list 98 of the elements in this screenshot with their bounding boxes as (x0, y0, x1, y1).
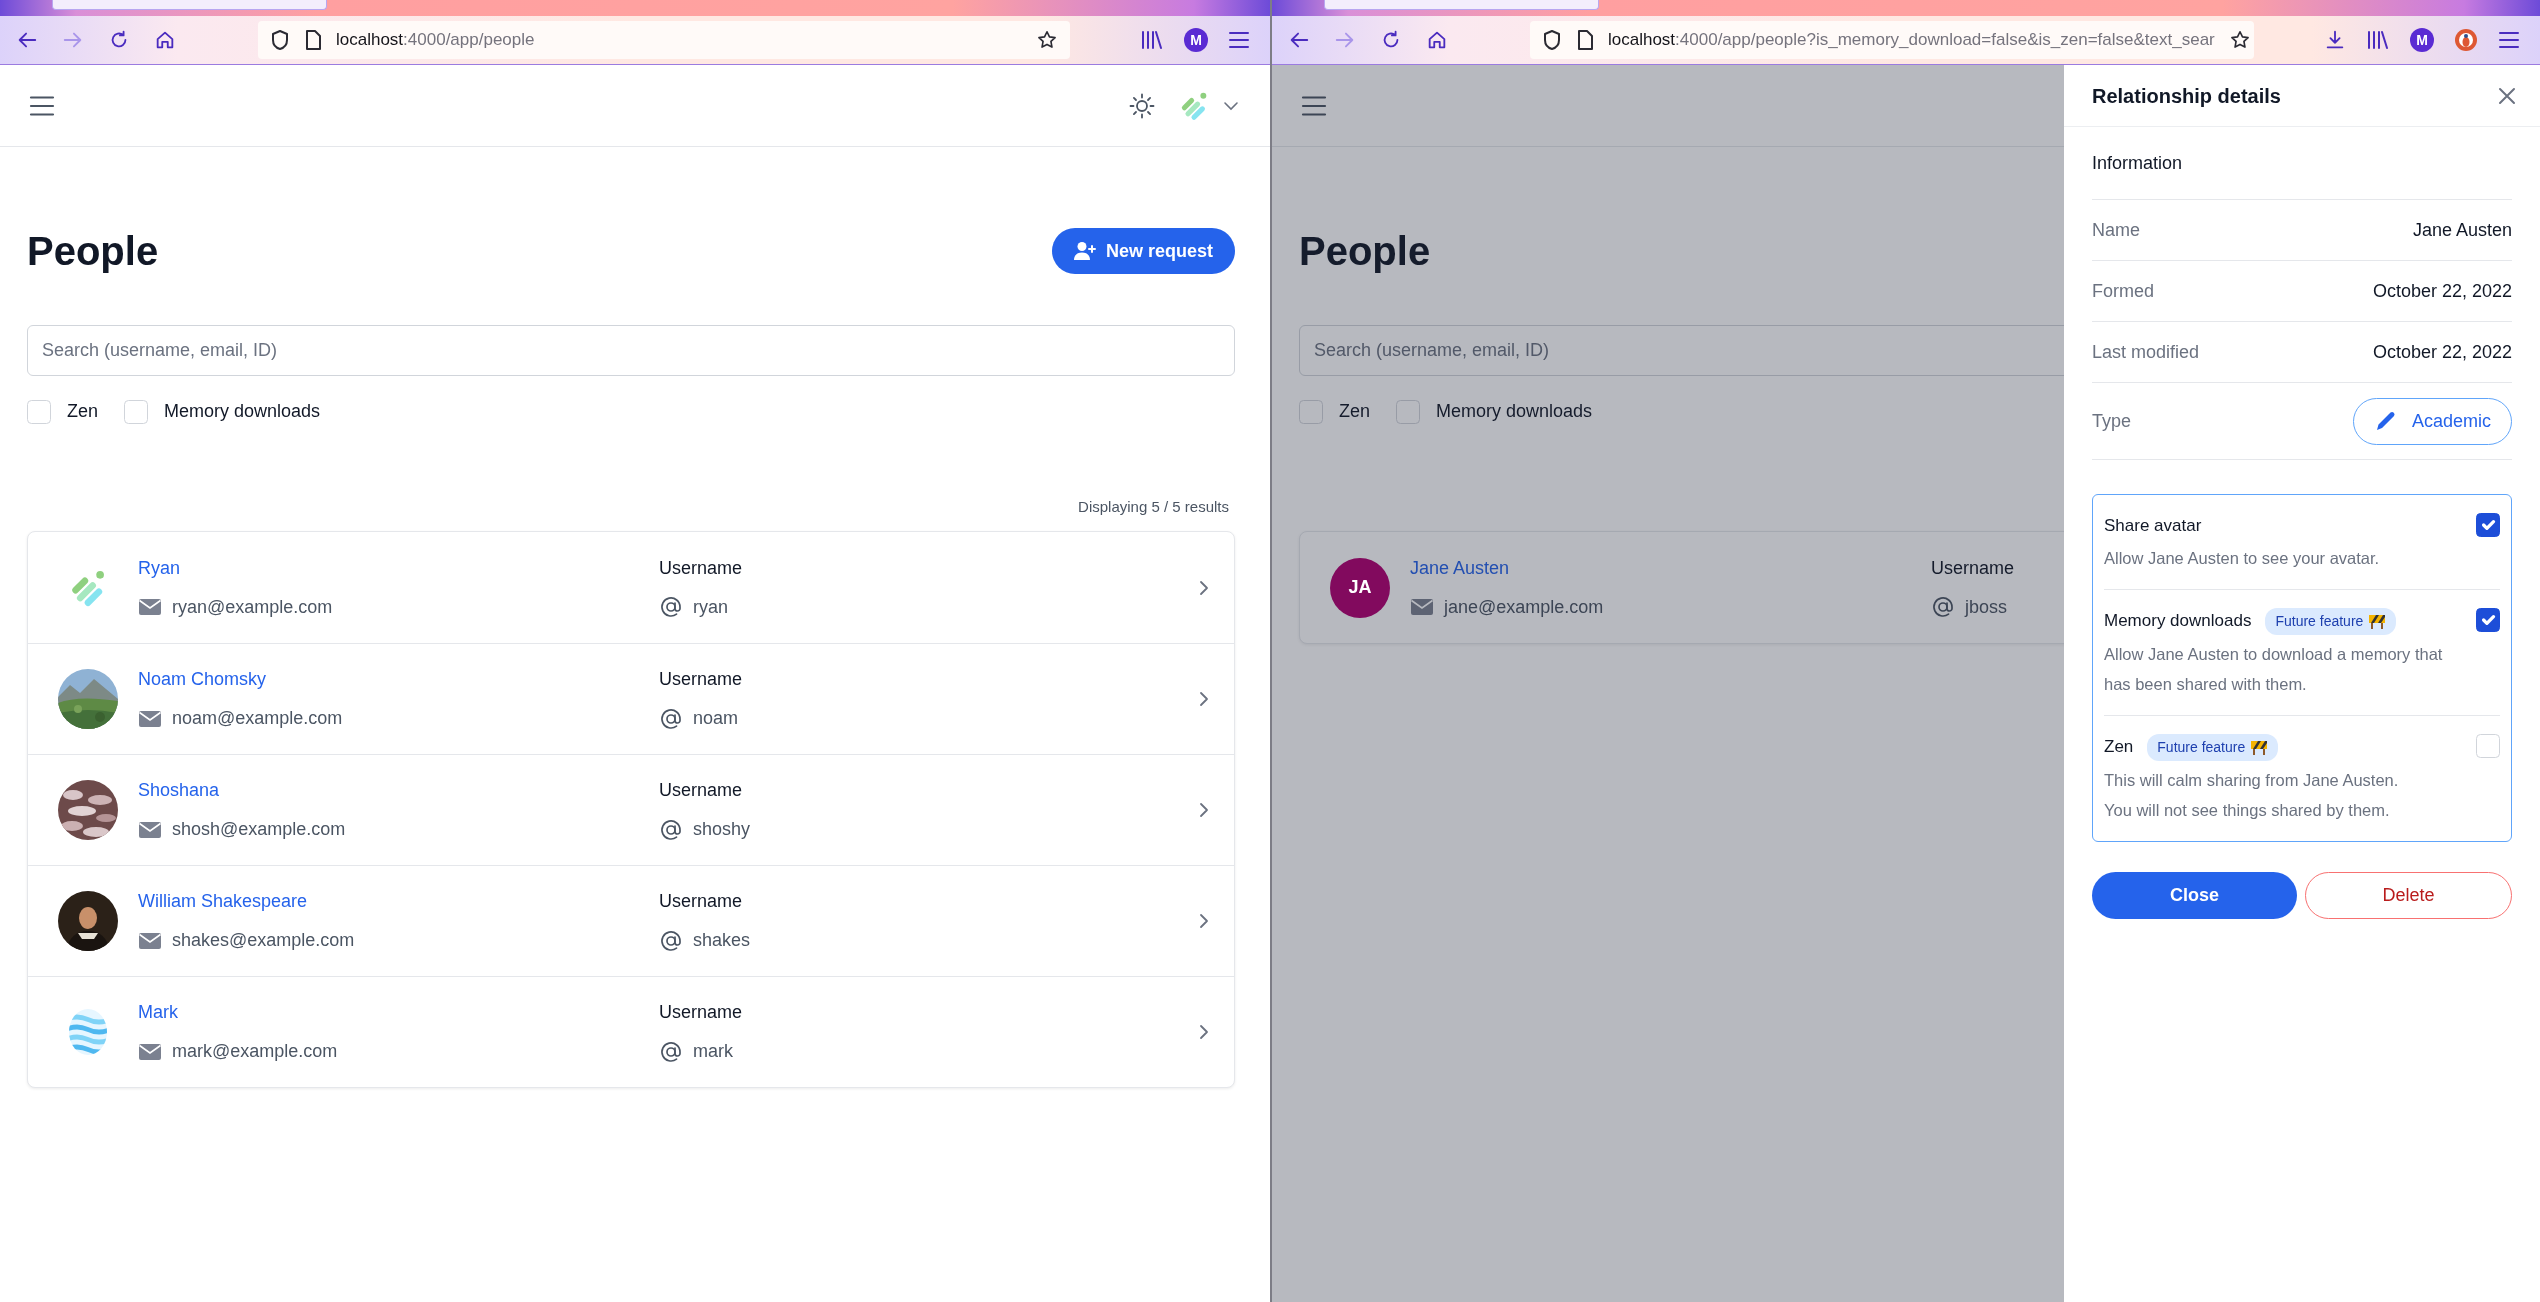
section-heading: Information (2092, 151, 2183, 175)
chevron-icon[interactable] (1199, 579, 1209, 596)
mail-icon (138, 820, 162, 839)
field-value: Jane Austen (2412, 218, 2512, 242)
field-label: Formed (2092, 279, 2154, 303)
checkbox-label[interactable]: Memory downloads (1436, 398, 1593, 425)
download-icon[interactable] (2324, 29, 2346, 51)
person-name-link[interactable]: Shoshana (138, 777, 220, 804)
chevron-icon[interactable] (1199, 691, 1209, 707)
library-icon[interactable] (1140, 29, 1164, 51)
email-text: mark@example.com (172, 1040, 338, 1063)
feature-badge: Future feature (2147, 733, 2279, 761)
shield-icon[interactable] (270, 29, 290, 51)
username-label: Username (659, 1001, 743, 1024)
chevron-icon[interactable] (1199, 913, 1209, 929)
email-text: ryan@example.com (172, 595, 333, 619)
person-name-link[interactable]: William Shakespeare (138, 888, 308, 915)
person-plus-icon (1073, 241, 1096, 261)
username-label: Username (659, 556, 743, 580)
at-sign-icon (1931, 595, 1955, 619)
email-text: shosh@example.com (172, 818, 346, 841)
barrier-icon (2368, 613, 2387, 629)
at-sign-icon (659, 706, 683, 731)
at-sign-icon (659, 928, 683, 953)
username-label: Username (659, 668, 743, 691)
feature-badge: Future feature (2265, 607, 2397, 635)
username-text: ryan (693, 595, 728, 619)
menu-icon[interactable] (2498, 30, 2520, 50)
username-text: shoshy (693, 818, 751, 841)
at-sign-icon (659, 595, 683, 619)
library-icon[interactable] (2366, 29, 2390, 51)
action-button[interactable]: Delete (2305, 871, 2512, 919)
mail-icon (138, 598, 162, 616)
type-button[interactable]: Academic (2352, 397, 2512, 445)
field-label: Last modified (2092, 340, 2200, 364)
url-host: localhost (1608, 30, 1676, 50)
chevron-icon[interactable] (1199, 1024, 1209, 1040)
initials-avatar: JA (1330, 557, 1390, 618)
person-name-link[interactable]: Jane Austen (1410, 554, 1510, 582)
checkbox-label[interactable]: Zen (1339, 398, 1371, 425)
username-text: mark (693, 1040, 733, 1063)
new-request-button[interactable]: New request (1051, 228, 1235, 274)
page-title: People (1299, 229, 1431, 273)
email-text: noam@example.com (172, 707, 343, 730)
field-label: Name (2092, 218, 2140, 242)
username-text: noam (693, 707, 739, 730)
extension-icon[interactable] (2454, 28, 2478, 52)
page-title: People (27, 229, 159, 273)
checkbox-label[interactable]: Zen (67, 398, 99, 425)
results-count: Displaying 5 / 5 results (1078, 496, 1229, 517)
mail-icon (138, 709, 162, 728)
chevron-down-icon (1223, 100, 1239, 111)
star-icon[interactable] (2228, 29, 2251, 51)
email-text: jane@example.com (1444, 595, 1604, 619)
sun-icon[interactable] (1129, 92, 1155, 119)
person-name-link[interactable]: Noam Chomsky (138, 666, 267, 693)
person-name-link[interactable]: Ryan (138, 554, 181, 582)
shield-icon[interactable] (1542, 29, 1562, 51)
person-name-link[interactable]: Mark (138, 999, 178, 1026)
account-avatar[interactable]: M (1184, 28, 1208, 52)
field-value: October 22, 2022 (2372, 279, 2512, 303)
action-button[interactable]: Close (2092, 871, 2297, 919)
mail-icon (1410, 598, 1434, 616)
setting-description: You will not see things shared by them. (2104, 799, 2391, 821)
email-text: shakes@example.com (172, 929, 355, 952)
username-label: Username (659, 890, 743, 913)
checkbox[interactable] (2476, 607, 2500, 632)
setting-description: Allow Jane Austen to see your avatar. (2104, 547, 2381, 569)
address-bar[interactable]: localhost:4000/app/people (258, 21, 1070, 59)
panel-title: Relationship details (2092, 83, 2281, 108)
username-text: jboss (1965, 595, 2008, 619)
checkbox-label[interactable]: Memory downloads (164, 398, 321, 425)
username-label: Username (1931, 556, 2015, 580)
chevron-icon[interactable] (1199, 802, 1209, 818)
username-text: shakes (693, 929, 751, 952)
search-field[interactable]: Search (username, email, ID) (27, 325, 1235, 376)
at-sign-icon (659, 817, 683, 842)
field-label: Type (2092, 409, 2132, 433)
address-bar[interactable]: localhost:4000/app/people?is_memory_download=false&is_zen=false&text_sear (1530, 21, 2254, 59)
setting-title: Share avatar (2104, 515, 2202, 537)
star-icon[interactable] (1036, 29, 1058, 51)
setting-title: Memory downloads (2104, 610, 2252, 633)
mail-icon (138, 1042, 162, 1061)
mail-icon (138, 931, 162, 950)
barrier-icon (2250, 739, 2269, 755)
at-sign-icon (659, 1039, 683, 1064)
page-icon (304, 29, 322, 51)
setting-description: This will calm sharing from Jane Austen. (2104, 769, 2400, 791)
url-host: localhost (336, 30, 404, 50)
username-label: Username (659, 779, 743, 802)
menu-icon[interactable] (1228, 30, 1250, 50)
account-avatar[interactable]: M (2410, 28, 2434, 52)
page-icon (1576, 29, 1594, 51)
checkbox[interactable] (2476, 513, 2500, 537)
url-path: :4000/app/people (403, 30, 535, 50)
url-path: :4000/app/people?is_memory_download=false&is_zen=false&text_sear (1675, 30, 2215, 50)
setting-title: Zen (2104, 736, 2134, 759)
setting-description: Allow Jane Austen to download a memory that has been shared with them. (2104, 643, 2444, 695)
